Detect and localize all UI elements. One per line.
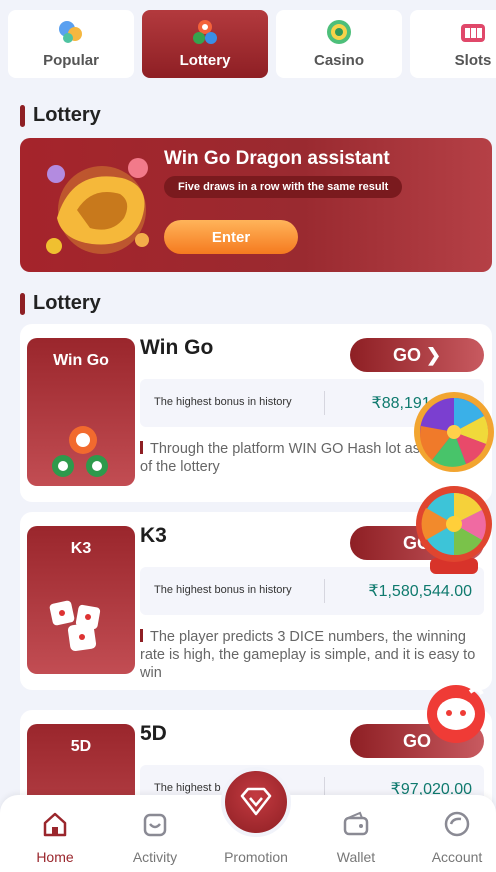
section-marker [20, 292, 25, 315]
game-name: Win Go [140, 336, 214, 359]
lucky-spin-button[interactable] [412, 484, 496, 581]
support-chat-button[interactable] [424, 682, 488, 751]
popular-icon [56, 18, 86, 46]
section-title-games: Lottery [20, 292, 101, 315]
tab-slots[interactable]: Slots [410, 10, 496, 78]
casino-chip-icon [324, 18, 354, 46]
tab-label: Popular [43, 52, 99, 69]
game-thumbnail[interactable]: K3 [27, 526, 135, 674]
section-title-banner: Lottery [20, 104, 101, 127]
game-thumbnail[interactable]: Win Go [27, 338, 135, 486]
nav-wallet[interactable]: Wallet [311, 809, 401, 865]
bonus-label: The highest bonus in history [154, 584, 292, 596]
tab-label: Lottery [179, 52, 231, 69]
prize-wheel-icon [414, 392, 494, 472]
tab-label: Casino [313, 52, 364, 69]
lottery-page: Popular Lottery Casino Slots Lottery Win… [0, 0, 496, 872]
promotion-button[interactable] [221, 767, 291, 837]
enter-button[interactable]: Enter [164, 220, 298, 254]
thumbnail-label: Win Go [53, 352, 109, 369]
description-marker [140, 441, 143, 454]
activity-icon [140, 809, 170, 839]
wallet-icon [341, 809, 371, 839]
section-marker [20, 104, 25, 127]
tab-casino[interactable]: Casino [276, 10, 402, 78]
slots-icon [458, 18, 488, 46]
home-icon [40, 809, 70, 839]
nav-label: Promotion [224, 849, 288, 865]
bonus-value: ₹1,580,544.00 [368, 583, 472, 600]
tab-label: Slots [454, 52, 492, 69]
nav-activity[interactable]: Activity [110, 809, 200, 865]
nav-label: Home [36, 849, 74, 865]
description-marker [140, 629, 143, 642]
nav-label: Activity [132, 849, 178, 865]
nav-home[interactable]: Home [10, 809, 100, 865]
category-tabs: Popular Lottery Casino Slots [8, 10, 496, 78]
thumbnail-label: K3 [70, 540, 92, 557]
divider [324, 391, 325, 415]
lottery-balls-icon [52, 426, 108, 477]
game-name: 5D [140, 722, 167, 745]
game-name: K3 [140, 524, 167, 547]
banner-subtitle: Five draws in a row with the same result [164, 176, 403, 198]
lottery-balls-icon [190, 18, 220, 46]
dragon-assistant-banner[interactable]: Win Go Dragon assistant Five draws in a … [20, 138, 492, 272]
section-title-text: Lottery [33, 104, 101, 126]
bonus-label: The highest bonus in history [154, 396, 292, 408]
go-button[interactable]: GO ❯ [350, 338, 484, 372]
section-title-text: Lottery [33, 292, 101, 314]
nav-account[interactable]: Account [412, 809, 496, 865]
description-text: The player predicts 3 DICE numbers, the … [140, 629, 476, 681]
chat-support-icon [427, 685, 485, 743]
banner-title: Win Go Dragon assistant [164, 148, 390, 169]
dragon-icon [46, 158, 149, 254]
lucky-spin-icon [416, 486, 492, 574]
nav-label: Account [431, 849, 483, 865]
divider [324, 579, 325, 603]
thumbnail-label: 5D [70, 738, 92, 755]
promotion-diamond-icon [240, 787, 272, 816]
tab-popular[interactable]: Popular [8, 10, 134, 78]
prize-wheel-button[interactable] [412, 390, 496, 479]
bonus-label: The highest b [154, 782, 221, 794]
tab-lottery[interactable]: Lottery [142, 10, 268, 78]
dice-icon [49, 600, 101, 652]
nav-label: Wallet [336, 849, 376, 865]
game-description: The player predicts 3 DICE numbers, the … [140, 628, 484, 682]
account-icon [442, 809, 472, 839]
